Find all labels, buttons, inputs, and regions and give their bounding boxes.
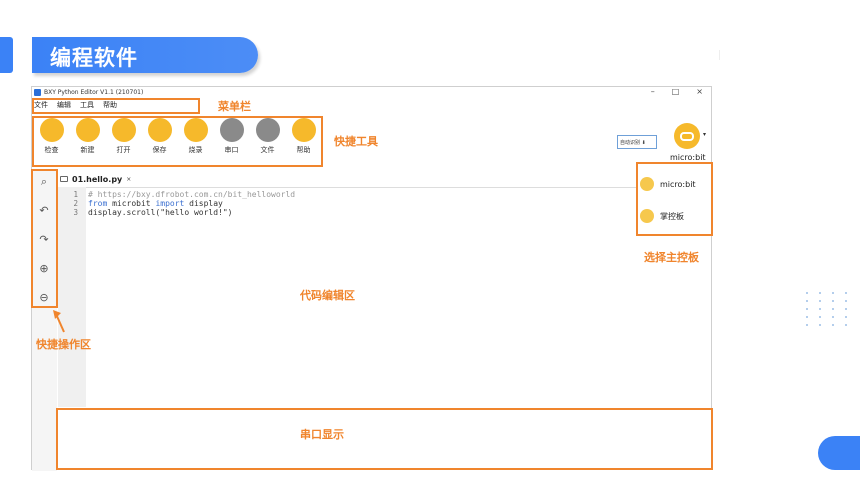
arrow-pointer-icon [53, 310, 65, 333]
dot [819, 308, 821, 310]
decorative-blob [818, 436, 860, 470]
code-line: display.scroll("hello world!") [88, 208, 295, 217]
dot [845, 308, 847, 310]
dot [806, 316, 808, 318]
dot [832, 324, 834, 326]
dot [832, 300, 834, 302]
toolbar-annotation: 快捷工具 [334, 135, 378, 148]
tab-file[interactable]: 01.hello.py × [60, 171, 131, 187]
toolbar-highlight [32, 116, 323, 167]
tab-close-icon[interactable]: × [126, 176, 131, 183]
dot [819, 292, 821, 294]
code-token: display [184, 199, 223, 208]
chevron-down-icon[interactable]: ▾ [703, 131, 706, 138]
dot [819, 316, 821, 318]
code-editor[interactable]: # https://bxy.dfrobot.com.cn/bit_hellowo… [88, 190, 295, 217]
quickbar-highlight [31, 169, 58, 308]
dot [806, 308, 808, 310]
slide-title-banner: 编程软件 [32, 37, 258, 73]
code-token: # https://bxy.dfrobot.com.cn/bit_hellowo… [88, 190, 296, 199]
quickbar-annotation: 快捷操作区 [36, 338, 91, 351]
window-title: BXY Python Editor V1.1 (210701) [44, 89, 144, 96]
line-number: 2 [73, 199, 78, 208]
line-number-gutter [58, 187, 86, 407]
current-board-label: micro:bit [670, 153, 706, 162]
line-numbers: 123 [68, 190, 78, 217]
file-icon [60, 176, 68, 182]
title-accent-bar [0, 37, 13, 73]
dot [832, 308, 834, 310]
board-select-highlight [636, 162, 713, 236]
dot [845, 300, 847, 302]
tab-label: 01.hello.py [72, 174, 123, 184]
dot [832, 292, 834, 294]
app-icon [34, 89, 41, 96]
code-token: import [155, 199, 185, 208]
editor-annotation: 代码编辑区 [300, 289, 355, 302]
serial-output-area [56, 408, 713, 470]
line-number: 3 [73, 208, 78, 217]
board-icon[interactable] [674, 123, 700, 149]
line-number: 1 [73, 190, 78, 199]
decorative-dot-grid [806, 292, 851, 326]
serial-annotation: 串口显示 [300, 428, 344, 441]
dot [845, 316, 847, 318]
dot [806, 300, 808, 302]
microbit-icon [680, 131, 694, 141]
dot [845, 324, 847, 326]
code-token: display.scroll("hello world!") [88, 208, 233, 217]
code-line: from microbit import display [88, 199, 295, 208]
dot [819, 300, 821, 302]
dot [806, 324, 808, 326]
slide-title: 编程软件 [50, 46, 138, 70]
dot [832, 316, 834, 318]
board-annotation: 选择主控板 [644, 251, 699, 264]
dot [806, 292, 808, 294]
menubar-annotation: 菜单栏 [218, 100, 251, 113]
maximize-button[interactable]: □ [672, 87, 680, 96]
close-button[interactable]: × [696, 87, 703, 96]
code-line: # https://bxy.dfrobot.com.cn/bit_hellowo… [88, 190, 295, 199]
dot [819, 324, 821, 326]
menubar-highlight [32, 98, 200, 114]
code-token: from [88, 199, 108, 208]
divider [719, 50, 720, 60]
tab-divider [58, 187, 638, 188]
code-token: microbit [107, 199, 156, 208]
dot [845, 292, 847, 294]
board-auto-detect-select[interactable]: 自动识别 ⬇ [617, 135, 657, 149]
minimize-button[interactable]: – [651, 87, 655, 96]
